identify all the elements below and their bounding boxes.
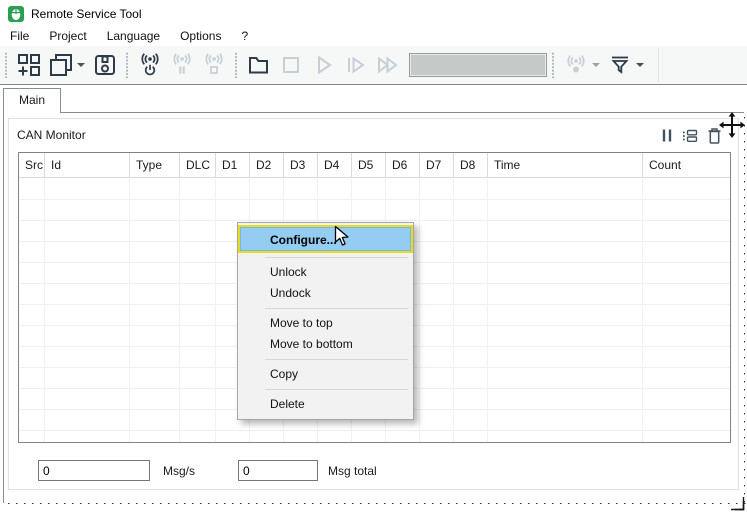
add-view-button[interactable] xyxy=(13,50,45,80)
toolbar-grip[interactable] xyxy=(551,52,555,78)
panel-title: CAN Monitor xyxy=(17,128,86,142)
stop-icon xyxy=(283,57,299,73)
column-header-d2[interactable]: D2 xyxy=(250,153,284,178)
column-gridline xyxy=(215,179,216,442)
column-header-type[interactable]: Type xyxy=(130,153,180,178)
menubar-item-language[interactable]: Language xyxy=(97,27,170,46)
toolbar-grip[interactable] xyxy=(234,52,238,78)
toolbar-grip[interactable] xyxy=(4,52,8,78)
column-gridline xyxy=(419,179,420,442)
stop-playback-button xyxy=(275,50,307,80)
filter-button[interactable] xyxy=(604,50,636,80)
fast-forward-button xyxy=(371,50,403,80)
table-header: Src Id Type DLC D1 D2 D3 D4 D5 D6 D7 D8 Time Count xyxy=(19,153,730,178)
menu-separator xyxy=(265,359,408,360)
move-cursor-icon xyxy=(719,112,745,138)
windows-button[interactable] xyxy=(45,50,77,80)
msg-rate-label: Msg/s xyxy=(163,464,196,478)
channel-button xyxy=(560,50,592,80)
toolbar-grip[interactable] xyxy=(125,52,129,78)
menu-item-unlock[interactable]: Unlock xyxy=(238,262,413,283)
windows-icon xyxy=(50,54,72,76)
open-log-button[interactable] xyxy=(243,50,275,80)
channel-dropdown-caret[interactable] xyxy=(592,63,600,67)
menu-item-move-to-top[interactable]: Move to top xyxy=(238,313,413,334)
column-header-d4[interactable]: D4 xyxy=(318,153,352,178)
play-button xyxy=(307,50,339,80)
column-gridline xyxy=(129,179,130,442)
save-button[interactable] xyxy=(89,50,121,80)
column-header-id[interactable]: Id xyxy=(45,153,130,178)
column-header-src[interactable]: Src xyxy=(19,153,45,178)
menu-separator xyxy=(265,308,408,309)
column-header-d1[interactable]: D1 xyxy=(216,153,250,178)
mouse-cursor-icon xyxy=(334,225,349,246)
column-gridline xyxy=(642,179,643,442)
table-row xyxy=(19,200,730,221)
panel-header-icons xyxy=(661,127,722,144)
tabbar: Main xyxy=(0,85,747,113)
menu-separator xyxy=(265,389,408,390)
titlebar: Remote Service Tool xyxy=(0,0,747,27)
connect-button[interactable] xyxy=(134,50,166,80)
column-header-count[interactable]: Count xyxy=(643,153,730,178)
menubar-item-project[interactable]: Project xyxy=(39,27,96,46)
fast-forward-icon xyxy=(378,56,398,74)
table-row xyxy=(19,179,730,200)
play-icon xyxy=(318,55,332,75)
menu-item-move-to-bottom[interactable]: Move to bottom xyxy=(238,334,413,355)
folder-icon xyxy=(249,57,268,74)
menu-item-copy[interactable]: Copy xyxy=(238,364,413,385)
dashed-border-bottom xyxy=(8,503,747,504)
progress-display xyxy=(409,53,547,77)
column-gridline xyxy=(179,179,180,442)
app-icon xyxy=(8,5,24,22)
windows-dropdown-caret[interactable] xyxy=(77,63,85,67)
menu-separator xyxy=(265,257,408,258)
column-header-d5[interactable]: D5 xyxy=(352,153,386,178)
menubar-item-file[interactable]: File xyxy=(0,27,39,46)
resize-grip-icon[interactable] xyxy=(729,495,746,512)
filter-dropdown-caret[interactable] xyxy=(636,63,644,67)
grid-add-icon xyxy=(18,54,40,76)
antenna-pause-icon xyxy=(173,53,191,74)
pause-connection-button xyxy=(166,50,198,80)
tab-main[interactable]: Main xyxy=(3,88,62,113)
toolbar-divider xyxy=(658,48,659,82)
context-menu: Configure... Unlock Undock Move to top Move … xyxy=(237,222,414,420)
antenna-icon xyxy=(567,55,585,73)
msg-total-field[interactable] xyxy=(238,460,318,481)
column-gridline xyxy=(453,179,454,442)
annotation-highlight-box: Configure... xyxy=(238,225,413,253)
window-title: Remote Service Tool xyxy=(31,6,142,21)
filter-icon xyxy=(611,56,629,74)
step-button xyxy=(339,50,371,80)
antenna-stop-icon xyxy=(205,53,223,74)
menubar: File Project Language Options? xyxy=(0,27,747,46)
msg-total-label: Msg total xyxy=(328,464,377,478)
column-header-time[interactable]: Time xyxy=(488,153,643,178)
column-header-d8[interactable]: D8 xyxy=(454,153,488,178)
column-gridline xyxy=(44,179,45,442)
menu-item-configure[interactable]: Configure... xyxy=(240,227,411,251)
pause-icon[interactable] xyxy=(661,128,673,143)
menu-item-delete[interactable]: Delete xyxy=(238,394,413,415)
dock-icon[interactable] xyxy=(682,129,698,143)
column-header-d3[interactable]: D3 xyxy=(284,153,318,178)
column-gridline xyxy=(487,179,488,442)
stop-connection-button xyxy=(198,50,230,80)
column-header-d6[interactable]: D6 xyxy=(386,153,420,178)
toolbar xyxy=(0,46,747,85)
menu-item-undock[interactable]: Undock xyxy=(238,283,413,304)
save-icon xyxy=(95,55,115,75)
menubar-item-options[interactable]: Options xyxy=(170,27,231,46)
column-header-dlc[interactable]: DLC xyxy=(180,153,216,178)
table-row xyxy=(19,431,730,442)
msg-rate-field[interactable] xyxy=(38,460,150,481)
column-header-d7[interactable]: D7 xyxy=(420,153,454,178)
antenna-power-icon xyxy=(141,53,159,76)
step-icon xyxy=(348,56,365,74)
dashed-border-right xyxy=(744,117,745,504)
menubar-item-item[interactable]: ? xyxy=(231,27,258,46)
